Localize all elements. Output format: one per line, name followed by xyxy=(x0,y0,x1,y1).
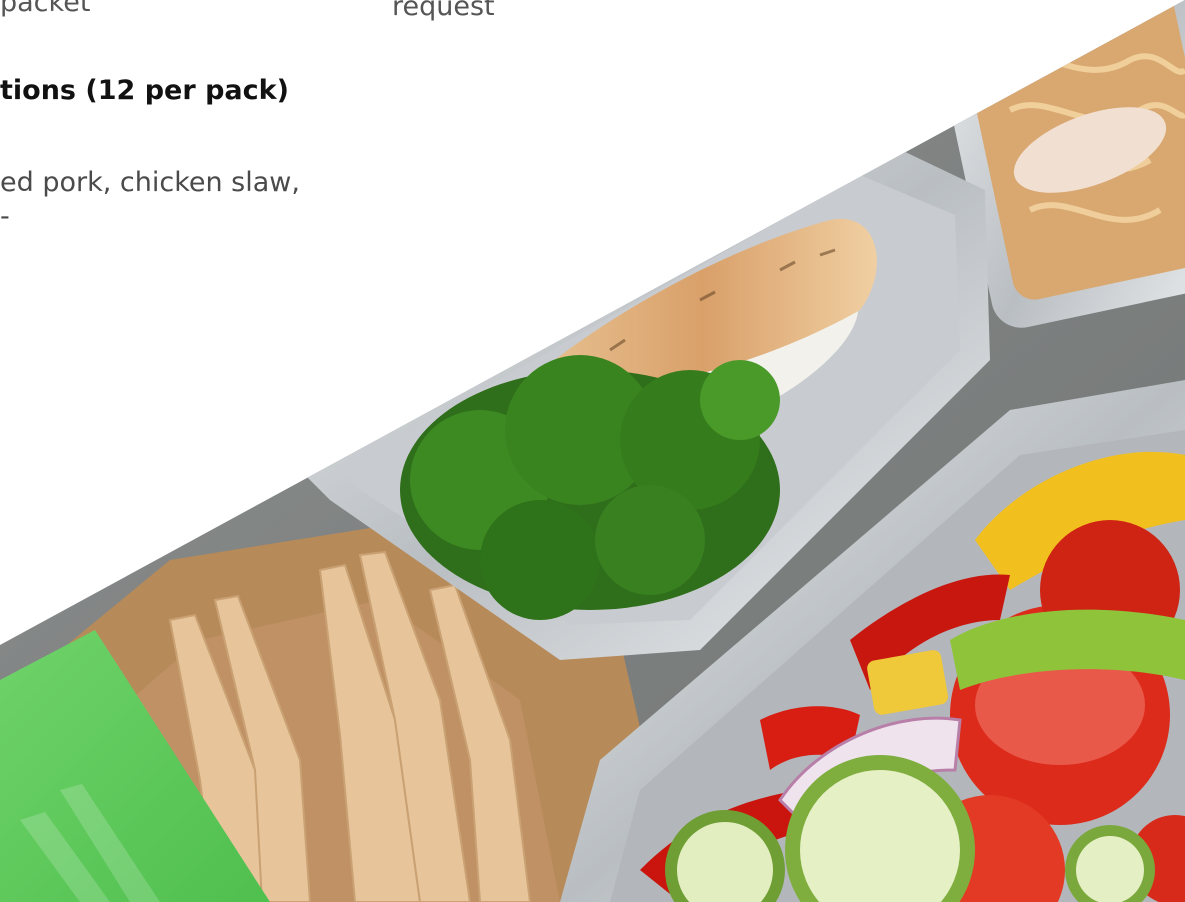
food-photo-illustration xyxy=(0,0,1185,902)
